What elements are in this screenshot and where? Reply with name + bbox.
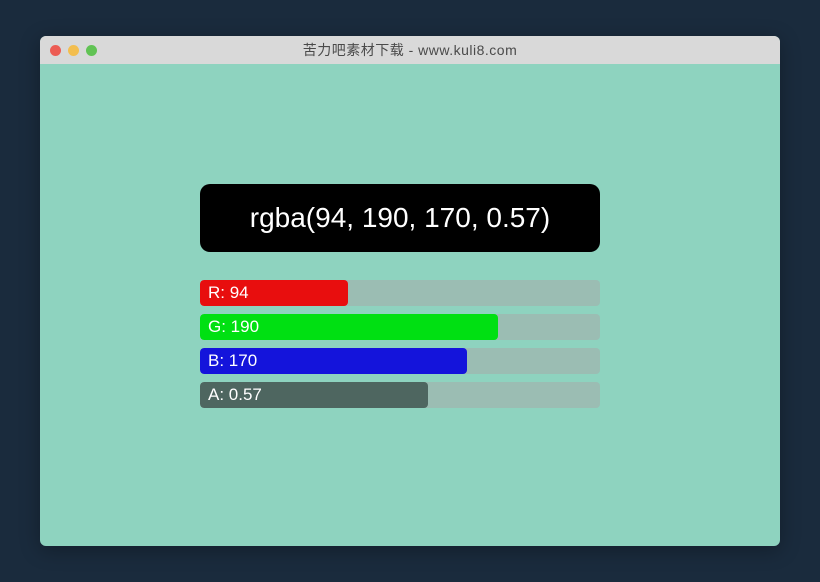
- slider-alpha-label: A: 0.57: [208, 385, 262, 405]
- slider-red[interactable]: R: 94: [200, 280, 600, 306]
- slider-blue-label: B: 170: [208, 351, 257, 371]
- titlebar: 苦力吧素材下载 - www.kuli8.com: [40, 36, 780, 64]
- slider-blue[interactable]: B: 170: [200, 348, 600, 374]
- slider-alpha[interactable]: A: 0.57: [200, 382, 600, 408]
- slider-green-label: G: 190: [208, 317, 259, 337]
- slider-red-fill: R: 94: [200, 280, 348, 306]
- slider-green-fill: G: 190: [200, 314, 498, 340]
- content-area: rgba(94, 190, 170, 0.57) R: 94 G: 190 B:…: [40, 64, 780, 408]
- slider-alpha-fill: A: 0.57: [200, 382, 428, 408]
- rgba-output: rgba(94, 190, 170, 0.57): [200, 184, 600, 252]
- slider-blue-fill: B: 170: [200, 348, 467, 374]
- window-title: 苦力吧素材下载 - www.kuli8.com: [40, 40, 780, 60]
- app-window: 苦力吧素材下载 - www.kuli8.com rgba(94, 190, 17…: [40, 36, 780, 546]
- slider-red-label: R: 94: [208, 283, 249, 303]
- slider-green[interactable]: G: 190: [200, 314, 600, 340]
